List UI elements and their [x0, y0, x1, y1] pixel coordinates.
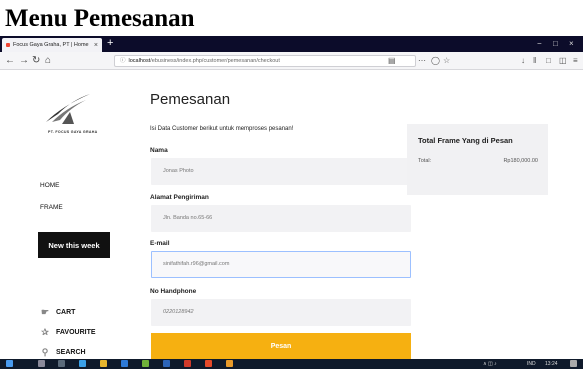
order-summary-card: Total Frame Yang di Pesan Total: Rp180,0… [407, 124, 548, 195]
reader-icon[interactable]: ▤ [388, 55, 396, 67]
taskbar-app-icon[interactable] [226, 360, 233, 367]
nav-frame-link[interactable]: FRAME [40, 204, 63, 211]
browser-tab[interactable]: Focus Gaya Graha, PT | Home × [2, 38, 102, 52]
favicon-icon [6, 43, 10, 47]
pesan-button[interactable]: Pesan [151, 333, 411, 359]
browser-tab-strip: Focus Gaya Graha, PT | Home × + − □ × [0, 36, 583, 52]
email-label: E-mail [150, 240, 170, 247]
taskbar: ∧ ◫ ♪ IND 13:24 [0, 359, 583, 369]
notification-icon[interactable] [570, 360, 577, 367]
logo-caption: PT. FOCUS GAYA GRAHA [48, 130, 98, 134]
task-view-icon[interactable] [58, 360, 65, 367]
language-indicator[interactable]: IND [527, 359, 536, 369]
phone-field[interactable]: 0220128942 [151, 299, 411, 326]
close-window-button[interactable]: × [569, 37, 574, 51]
taskbar-app-icon[interactable] [79, 360, 86, 367]
summary-title: Total Frame Yang di Pesan [418, 136, 513, 145]
firefox-icon[interactable] [205, 360, 212, 367]
tab-close-icon[interactable]: × [94, 42, 98, 49]
address-bar[interactable]: ⓘ localhost/ebusiness/index.php/customer/… [114, 55, 416, 67]
cart-icon: ☛ [40, 307, 50, 317]
library-icon[interactable]: ‖ [533, 55, 536, 67]
reload-icon[interactable]: ↻ [32, 54, 40, 67]
clock[interactable]: 13:24 [545, 359, 558, 369]
page-title: Pemesanan [150, 91, 231, 108]
maximize-button[interactable]: □ [553, 37, 558, 51]
address-label: Alamat Pengiriman [150, 194, 209, 201]
name-label: Nama [150, 147, 168, 154]
edge-icon[interactable] [121, 360, 128, 367]
taskbar-app-icon[interactable] [184, 360, 191, 367]
address-field[interactable]: Jln. Banda no.65-66 [151, 205, 411, 232]
menu-icon[interactable]: ≡ [573, 55, 578, 67]
sidebar-item-search[interactable]: ⚲ SEARCH [40, 347, 86, 358]
sidebar-icon[interactable]: □ [546, 55, 551, 67]
total-label: Total: [418, 158, 432, 164]
new-this-week-button[interactable]: New this week [38, 232, 110, 258]
name-field[interactable]: Jonas Photo [151, 158, 411, 185]
email-field[interactable]: sinifathifah.r96@gmail.com [151, 251, 411, 278]
download-icon[interactable]: ↓ [521, 55, 525, 67]
minimize-button[interactable]: − [537, 37, 542, 51]
windows-start-icon[interactable] [6, 360, 13, 367]
taskbar-app-icon[interactable] [142, 360, 149, 367]
url-host: localhost [128, 58, 151, 64]
search-icon: ⚲ [41, 347, 49, 357]
favourite-icon: ✰ [41, 327, 49, 337]
company-logo[interactable]: PT. FOCUS GAYA GRAHA [40, 88, 97, 140]
form-instruction: Isi Data Customer berikut untuk memprose… [150, 126, 294, 132]
url-path: /ebusiness/index.php/customer/pemesanan/… [150, 58, 280, 64]
sidebar-item-cart[interactable]: ☛ CART [40, 307, 76, 318]
tab-title: Focus Gaya Graha, PT | Home [13, 42, 89, 48]
taskbar-app-icon[interactable] [163, 360, 170, 367]
star-icon[interactable]: ☆ [443, 55, 450, 67]
info-icon: ⓘ [120, 58, 126, 64]
system-tray-icons[interactable]: ∧ ◫ ♪ [483, 359, 497, 369]
shield-icon[interactable]: ◫ [559, 55, 567, 67]
phone-label: No Handphone [150, 288, 197, 295]
sidebar-item-favourite[interactable]: ✰ FAVOURITE [40, 327, 96, 338]
logo-mark-icon [46, 94, 90, 124]
sidebar-item-label: CART [56, 309, 76, 316]
nav-home-link[interactable]: HOME [40, 182, 60, 189]
sidebar-item-label: FAVOURITE [56, 329, 96, 336]
new-tab-button[interactable]: + [107, 37, 113, 50]
forward-icon[interactable]: → [19, 54, 29, 67]
taskbar-search-icon[interactable] [38, 360, 45, 367]
total-value: Rp180,000.00 [503, 158, 538, 164]
document-title: Menu Pemesanan [5, 5, 195, 32]
more-icon[interactable]: ⋯ [418, 55, 426, 67]
back-icon[interactable]: ← [5, 54, 15, 67]
browser-navbar: ← → ↻ ⌂ ⓘ localhost/ebusiness/index.php/c… [0, 52, 583, 70]
pocket-icon[interactable]: ◯ [431, 55, 440, 67]
sidebar-item-label: SEARCH [56, 349, 86, 356]
home-icon[interactable]: ⌂ [45, 54, 51, 67]
file-explorer-icon[interactable] [100, 360, 107, 367]
